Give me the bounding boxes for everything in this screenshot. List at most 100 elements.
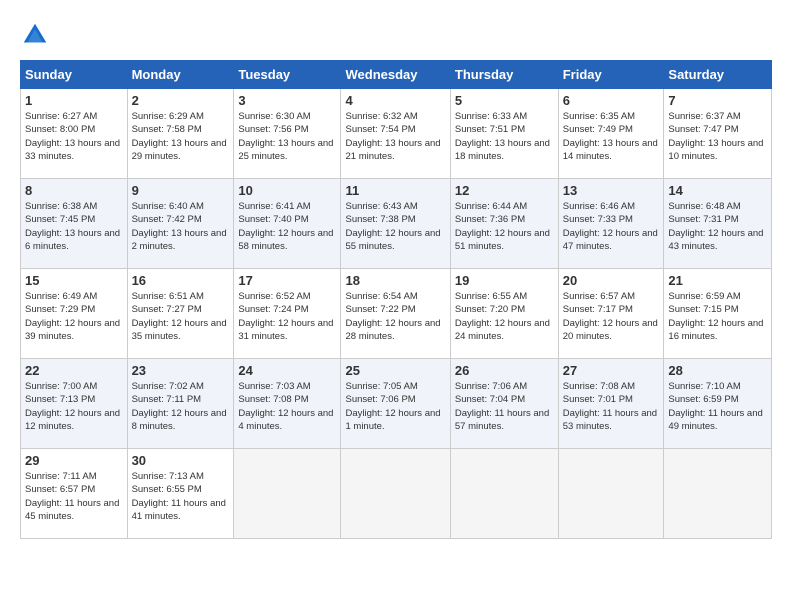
logo-icon: [20, 20, 50, 50]
day-number: 24: [238, 363, 336, 378]
sunrise-label: Sunrise: 6:40 AM: [132, 201, 204, 212]
sunrise-label: Sunrise: 7:00 AM: [25, 381, 97, 392]
day-number: 29: [25, 453, 123, 468]
daylight-label: Daylight: 11 hours and 57 minutes.: [455, 408, 549, 432]
day-number: 19: [455, 273, 554, 288]
sunset-label: Sunset: 6:55 PM: [132, 484, 202, 495]
daylight-label: Daylight: 13 hours and 6 minutes.: [25, 228, 120, 252]
sunset-label: Sunset: 7:42 PM: [132, 214, 202, 225]
day-info: Sunrise: 7:02 AM Sunset: 7:11 PM Dayligh…: [132, 380, 230, 433]
daylight-label: Daylight: 11 hours and 45 minutes.: [25, 498, 119, 522]
sunrise-label: Sunrise: 7:13 AM: [132, 471, 204, 482]
sunset-label: Sunset: 7:17 PM: [563, 304, 633, 315]
day-info: Sunrise: 6:49 AM Sunset: 7:29 PM Dayligh…: [25, 290, 123, 343]
calendar-cell: 18 Sunrise: 6:54 AM Sunset: 7:22 PM Dayl…: [341, 269, 450, 359]
day-number: 9: [132, 183, 230, 198]
daylight-label: Daylight: 11 hours and 49 minutes.: [668, 408, 762, 432]
day-info: Sunrise: 6:55 AM Sunset: 7:20 PM Dayligh…: [455, 290, 554, 343]
calendar-cell: 10 Sunrise: 6:41 AM Sunset: 7:40 PM Dayl…: [234, 179, 341, 269]
day-info: Sunrise: 6:43 AM Sunset: 7:38 PM Dayligh…: [345, 200, 445, 253]
sunrise-label: Sunrise: 7:03 AM: [238, 381, 310, 392]
calendar-cell: 20 Sunrise: 6:57 AM Sunset: 7:17 PM Dayl…: [558, 269, 664, 359]
calendar-cell: [558, 449, 664, 539]
day-info: Sunrise: 6:38 AM Sunset: 7:45 PM Dayligh…: [25, 200, 123, 253]
sunrise-label: Sunrise: 6:41 AM: [238, 201, 310, 212]
day-info: Sunrise: 6:44 AM Sunset: 7:36 PM Dayligh…: [455, 200, 554, 253]
calendar-cell: 27 Sunrise: 7:08 AM Sunset: 7:01 PM Dayl…: [558, 359, 664, 449]
sunset-label: Sunset: 7:56 PM: [238, 124, 308, 135]
sunrise-label: Sunrise: 6:38 AM: [25, 201, 97, 212]
sunrise-label: Sunrise: 6:44 AM: [455, 201, 527, 212]
day-number: 26: [455, 363, 554, 378]
day-number: 14: [668, 183, 767, 198]
sunrise-label: Sunrise: 6:46 AM: [563, 201, 635, 212]
day-number: 15: [25, 273, 123, 288]
sunset-label: Sunset: 7:13 PM: [25, 394, 95, 405]
day-info: Sunrise: 7:10 AM Sunset: 6:59 PM Dayligh…: [668, 380, 767, 433]
day-number: 13: [563, 183, 660, 198]
day-info: Sunrise: 6:30 AM Sunset: 7:56 PM Dayligh…: [238, 110, 336, 163]
daylight-label: Daylight: 12 hours and 55 minutes.: [345, 228, 440, 252]
calendar-week-4: 22 Sunrise: 7:00 AM Sunset: 7:13 PM Dayl…: [21, 359, 772, 449]
sunrise-label: Sunrise: 6:29 AM: [132, 111, 204, 122]
sunrise-label: Sunrise: 7:08 AM: [563, 381, 635, 392]
sunset-label: Sunset: 7:20 PM: [455, 304, 525, 315]
day-number: 1: [25, 93, 123, 108]
calendar-cell: [341, 449, 450, 539]
calendar-cell: 30 Sunrise: 7:13 AM Sunset: 6:55 PM Dayl…: [127, 449, 234, 539]
day-number: 6: [563, 93, 660, 108]
daylight-label: Daylight: 12 hours and 35 minutes.: [132, 318, 227, 342]
daylight-label: Daylight: 13 hours and 29 minutes.: [132, 138, 227, 162]
calendar-cell: 21 Sunrise: 6:59 AM Sunset: 7:15 PM Dayl…: [664, 269, 772, 359]
sunset-label: Sunset: 7:38 PM: [345, 214, 415, 225]
calendar-cell: 9 Sunrise: 6:40 AM Sunset: 7:42 PM Dayli…: [127, 179, 234, 269]
column-header-monday: Monday: [127, 61, 234, 89]
sunrise-label: Sunrise: 6:27 AM: [25, 111, 97, 122]
daylight-label: Daylight: 12 hours and 24 minutes.: [455, 318, 550, 342]
calendar-cell: 6 Sunrise: 6:35 AM Sunset: 7:49 PM Dayli…: [558, 89, 664, 179]
daylight-label: Daylight: 11 hours and 41 minutes.: [132, 498, 226, 522]
day-info: Sunrise: 7:05 AM Sunset: 7:06 PM Dayligh…: [345, 380, 445, 433]
daylight-label: Daylight: 12 hours and 43 minutes.: [668, 228, 763, 252]
calendar-cell: 2 Sunrise: 6:29 AM Sunset: 7:58 PM Dayli…: [127, 89, 234, 179]
header: [20, 20, 772, 50]
sunset-label: Sunset: 7:15 PM: [668, 304, 738, 315]
day-number: 17: [238, 273, 336, 288]
calendar-table: SundayMondayTuesdayWednesdayThursdayFrid…: [20, 60, 772, 539]
sunset-label: Sunset: 7:08 PM: [238, 394, 308, 405]
sunset-label: Sunset: 7:06 PM: [345, 394, 415, 405]
day-info: Sunrise: 6:33 AM Sunset: 7:51 PM Dayligh…: [455, 110, 554, 163]
calendar-cell: [664, 449, 772, 539]
day-info: Sunrise: 6:32 AM Sunset: 7:54 PM Dayligh…: [345, 110, 445, 163]
daylight-label: Daylight: 12 hours and 8 minutes.: [132, 408, 227, 432]
sunset-label: Sunset: 7:22 PM: [345, 304, 415, 315]
daylight-label: Daylight: 13 hours and 25 minutes.: [238, 138, 333, 162]
sunset-label: Sunset: 7:58 PM: [132, 124, 202, 135]
sunset-label: Sunset: 8:00 PM: [25, 124, 95, 135]
day-info: Sunrise: 6:54 AM Sunset: 7:22 PM Dayligh…: [345, 290, 445, 343]
day-info: Sunrise: 7:06 AM Sunset: 7:04 PM Dayligh…: [455, 380, 554, 433]
calendar-cell: 4 Sunrise: 6:32 AM Sunset: 7:54 PM Dayli…: [341, 89, 450, 179]
day-info: Sunrise: 6:48 AM Sunset: 7:31 PM Dayligh…: [668, 200, 767, 253]
day-info: Sunrise: 6:52 AM Sunset: 7:24 PM Dayligh…: [238, 290, 336, 343]
sunrise-label: Sunrise: 6:37 AM: [668, 111, 740, 122]
day-info: Sunrise: 6:27 AM Sunset: 8:00 PM Dayligh…: [25, 110, 123, 163]
sunrise-label: Sunrise: 6:48 AM: [668, 201, 740, 212]
daylight-label: Daylight: 12 hours and 16 minutes.: [668, 318, 763, 342]
sunset-label: Sunset: 7:29 PM: [25, 304, 95, 315]
day-info: Sunrise: 7:13 AM Sunset: 6:55 PM Dayligh…: [132, 470, 230, 523]
calendar-cell: 26 Sunrise: 7:06 AM Sunset: 7:04 PM Dayl…: [450, 359, 558, 449]
sunrise-label: Sunrise: 6:51 AM: [132, 291, 204, 302]
column-header-tuesday: Tuesday: [234, 61, 341, 89]
calendar-cell: 5 Sunrise: 6:33 AM Sunset: 7:51 PM Dayli…: [450, 89, 558, 179]
day-number: 22: [25, 363, 123, 378]
sunrise-label: Sunrise: 6:30 AM: [238, 111, 310, 122]
day-number: 18: [345, 273, 445, 288]
calendar-week-5: 29 Sunrise: 7:11 AM Sunset: 6:57 PM Dayl…: [21, 449, 772, 539]
sunset-label: Sunset: 6:57 PM: [25, 484, 95, 495]
column-header-saturday: Saturday: [664, 61, 772, 89]
sunrise-label: Sunrise: 6:43 AM: [345, 201, 417, 212]
calendar-cell: 28 Sunrise: 7:10 AM Sunset: 6:59 PM Dayl…: [664, 359, 772, 449]
sunset-label: Sunset: 7:54 PM: [345, 124, 415, 135]
day-number: 12: [455, 183, 554, 198]
